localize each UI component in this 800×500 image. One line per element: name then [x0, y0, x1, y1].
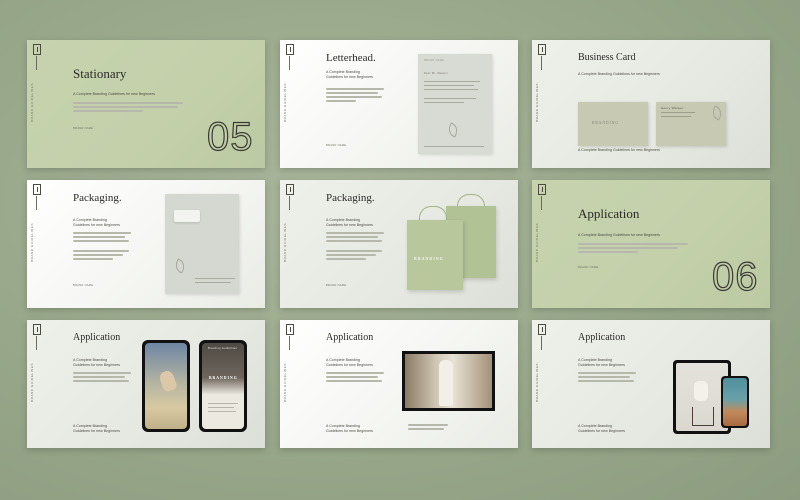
body-text	[73, 372, 133, 384]
footer-text: A Complete Branding Guidelines for new B…	[73, 424, 120, 433]
footer-text: A Complete Branding Guidelines for new B…	[326, 424, 373, 433]
brand-logo-icon	[538, 184, 546, 195]
letterhead-paper: BRAND NAME Dear Mr. Watson	[418, 54, 492, 154]
vertical-label: BRAND GUIDELINES	[30, 82, 34, 122]
brand-logo-icon	[33, 324, 41, 335]
slide-subtitle: A Complete Branding Guidelines for new B…	[73, 218, 120, 227]
body-text	[326, 372, 386, 384]
business-card-back: Henry Watson	[656, 102, 726, 146]
body-text	[326, 232, 386, 262]
footer-label: BRAND NAME	[578, 266, 599, 269]
slide-title: Application	[326, 332, 374, 343]
brand-logo-icon	[538, 324, 546, 335]
footer-label: BRAND NAME	[326, 144, 347, 147]
slide-subtitle: A Complete Branding Guidelines for new B…	[326, 70, 373, 79]
brand-logo-icon	[286, 324, 294, 335]
leaf-icon	[709, 105, 725, 121]
slide-application-tablet[interactable]: BRAND GUIDELINES Application A Complete …	[532, 320, 770, 448]
vertical-label: BRAND GUIDELINES	[30, 222, 34, 262]
slide-title: Business Card	[578, 52, 636, 63]
card-name: Henry Watson	[661, 106, 684, 110]
vertical-label: BRAND GUIDELINES	[283, 362, 287, 402]
slide-subtitle: A Complete Branding Guidelines for new B…	[326, 218, 373, 227]
phone-brand-text: BRANDING	[209, 376, 238, 380]
slide-subtitle: A Complete Branding Guidelines for new B…	[73, 358, 120, 367]
phone-caption: Branding Guidelines	[208, 347, 238, 350]
footer-label: BRAND NAME	[73, 127, 94, 130]
slide-title: Application	[578, 206, 640, 221]
divider	[289, 56, 290, 70]
slide-title: Packaging.	[326, 192, 375, 204]
divider	[541, 336, 542, 350]
footer-text: A Complete Branding Guidelines for new B…	[578, 424, 625, 433]
vertical-label: BRAND GUIDELINES	[535, 222, 539, 262]
card-brand-text: BRANDING	[592, 121, 619, 125]
divider	[36, 56, 37, 70]
paper-header: BRAND NAME	[424, 59, 445, 62]
phone-mockup	[721, 376, 749, 428]
brand-logo-icon	[33, 184, 41, 195]
slide-title: Packaging.	[73, 192, 122, 204]
vertical-label: BRAND GUIDELINES	[283, 222, 287, 262]
footer-label: BRAND NAME	[326, 284, 347, 287]
phone-photo: BRANDING Branding Guidelines	[202, 343, 244, 429]
vertical-label: BRAND GUIDELINES	[535, 82, 539, 122]
vertical-label: BRAND GUIDELINES	[535, 362, 539, 402]
divider	[36, 196, 37, 210]
divider	[289, 336, 290, 350]
slide-subtitle: A Complete Branding Guidelines for new B…	[73, 92, 155, 96]
monitor-caption-lines	[408, 424, 488, 432]
body-text	[73, 232, 133, 262]
slide-subtitle: A Complete Branding Guidelines for new B…	[578, 233, 660, 237]
footer-text: A Complete Branding Guidelines for new B…	[578, 148, 660, 152]
slide-subtitle: A Complete Branding Guidelines for new B…	[578, 72, 660, 76]
slide-application-monitor[interactable]: BRAND GUIDELINES Application A Complete …	[280, 320, 518, 448]
footer-label: BRAND NAME	[73, 284, 94, 287]
body-text	[578, 243, 688, 255]
brand-logo-icon	[538, 44, 546, 55]
slide-business-card[interactable]: BRAND GUIDELINES Business Card A Complet…	[532, 40, 770, 168]
body-text	[73, 102, 183, 114]
phone-photo	[723, 378, 747, 426]
leaf-icon	[172, 258, 188, 274]
paper-recipient: Dear Mr. Watson	[424, 72, 448, 75]
monitor-mockup	[402, 351, 495, 411]
section-number: 05	[206, 115, 254, 159]
phone-mockup-right: BRANDING Branding Guidelines	[199, 340, 247, 432]
divider	[36, 336, 37, 350]
vertical-label: BRAND GUIDELINES	[283, 82, 287, 122]
slide-packaging-bags[interactable]: BRAND GUIDELINES Packaging. A Complete B…	[280, 180, 518, 308]
monitor-photo	[405, 354, 492, 408]
divider	[541, 196, 542, 210]
vertical-label: BRAND GUIDELINES	[30, 362, 34, 402]
phone-mockup-left	[142, 340, 190, 432]
slide-application-phones[interactable]: BRAND GUIDELINES Application A Complete …	[27, 320, 265, 448]
brand-logo-icon	[286, 184, 294, 195]
envelope	[165, 194, 239, 294]
body-text	[578, 372, 638, 384]
slide-title: Application	[73, 332, 121, 343]
slide-subtitle: A Complete Branding Guidelines for new B…	[578, 358, 625, 367]
slide-subtitle: A Complete Branding Guidelines for new B…	[326, 358, 373, 367]
leaf-icon	[445, 122, 461, 138]
section-number: 06	[711, 255, 759, 299]
divider	[289, 196, 290, 210]
body-text	[326, 88, 386, 104]
bag-brand-text: BRANDING	[414, 256, 444, 261]
phone-photo	[145, 343, 187, 429]
envelope-window	[174, 210, 200, 222]
slide-title: Application	[578, 332, 626, 343]
business-card-front: BRANDING	[578, 102, 648, 146]
slide-title: Stationary	[73, 66, 127, 81]
slide-application-section[interactable]: BRAND GUIDELINES Application A Complete …	[532, 180, 770, 308]
divider	[541, 56, 542, 70]
slide-title: Letterhead.	[326, 52, 376, 64]
shopping-bag-front: BRANDING	[407, 220, 463, 290]
slide-stationary[interactable]: BRAND GUIDELINES Stationary A Complete B…	[27, 40, 265, 168]
brand-logo-icon	[33, 44, 41, 55]
brand-logo-icon	[286, 44, 294, 55]
slide-letterhead[interactable]: BRAND GUIDELINES Letterhead. A Complete …	[280, 40, 518, 168]
slide-packaging-envelope[interactable]: BRAND GUIDELINES Packaging. A Complete B…	[27, 180, 265, 308]
